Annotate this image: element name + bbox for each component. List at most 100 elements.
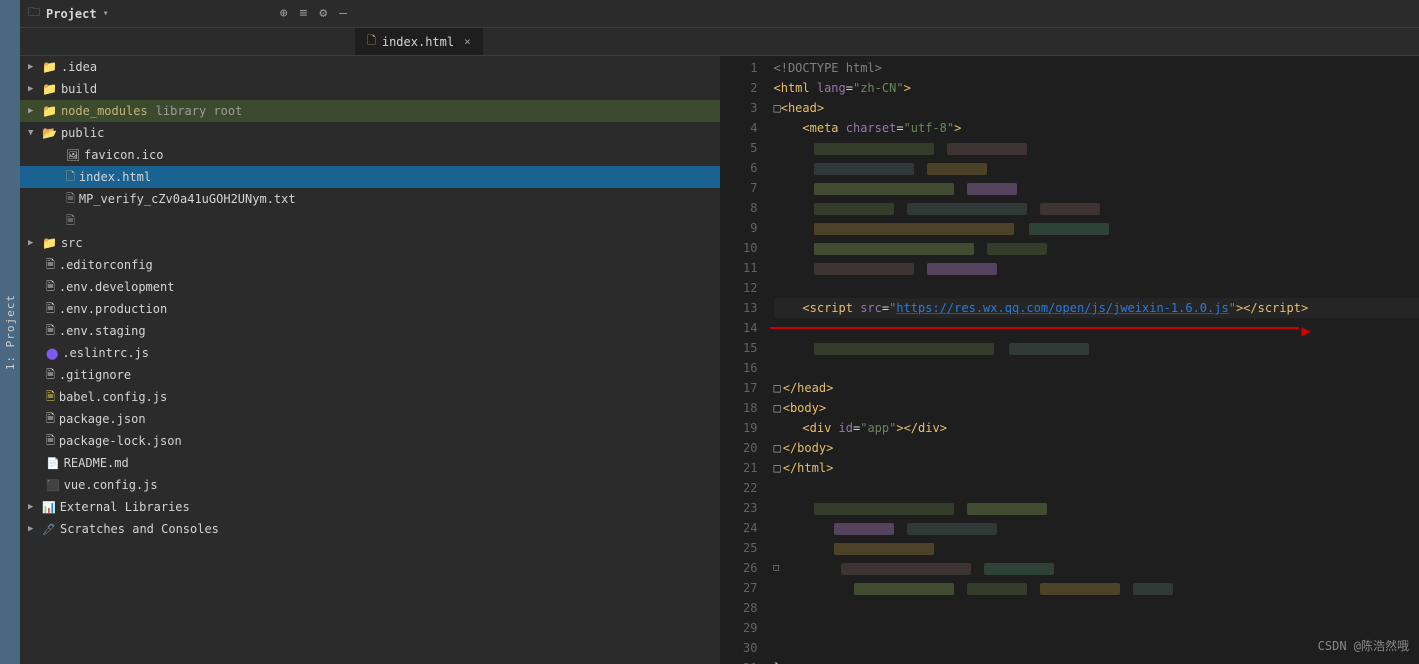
tab-index-html[interactable]: 🗋 index.html × <box>355 28 484 55</box>
code-line-27 <box>774 578 1419 598</box>
folder-icon: 📁 <box>42 236 57 250</box>
arrow-icon: ▶ <box>28 84 38 94</box>
code-editor[interactable]: 1234 5678 9101112 13141516 17181920 2122… <box>720 56 1419 664</box>
code-line-17: □ </head> <box>774 378 1419 398</box>
json-file-icon: 🗎 <box>46 410 55 429</box>
tree-item-unknown[interactable]: 🗎 <box>20 210 720 232</box>
txt-file-icon: 🗎 <box>66 190 75 209</box>
minimize-icon[interactable]: — <box>339 6 347 21</box>
dropdown-icon[interactable]: ▾ <box>103 8 109 19</box>
code-line-18: □ <body> <box>774 398 1419 418</box>
tree-item-src[interactable]: ▶ 📁 src <box>20 232 720 254</box>
settings-icon[interactable]: ⚙ <box>319 6 327 21</box>
code-line-1: <!DOCTYPE html> <box>774 58 1419 78</box>
arrow-icon: ▼ <box>28 128 38 138</box>
tree-item-env-staging[interactable]: 🗎 .env.staging <box>20 320 720 342</box>
tree-item-package-lock[interactable]: 🗎 package-lock.json <box>20 430 720 452</box>
main-area: ▶ 📁 .idea ▶ 📁 build ▶ 📁 node_modu <box>20 56 1419 664</box>
tree-item-gitignore[interactable]: 🗎 .gitignore <box>20 364 720 386</box>
tree-item-vue-config[interactable]: ⬛ vue.config.js <box>20 474 720 496</box>
code-line-22 <box>774 478 1419 498</box>
code-line-15 <box>774 338 1419 358</box>
file-tree[interactable]: ▶ 📁 .idea ▶ 📁 build ▶ 📁 node_modu <box>20 56 720 664</box>
tree-item-editorconfig[interactable]: 🗎 .editorconfig <box>20 254 720 276</box>
arrow-icon: ▶ <box>28 524 38 534</box>
arrow-icon: ▶ <box>28 502 38 512</box>
folder-icon: 📁 <box>42 82 57 96</box>
tree-item-node-modules[interactable]: ▶ 📁 node_modules library root <box>20 100 720 122</box>
code-line-3: □ <head> <box>774 98 1419 118</box>
code-area: 1234 5678 9101112 13141516 17181920 2122… <box>720 56 1419 664</box>
tree-item-babel[interactable]: 🗎 babel.config.js <box>20 386 720 408</box>
config-file-icon: 🗎 <box>46 256 55 275</box>
app-window: 1: Project 🗀 Project ▾ ⊕ ≡ ⚙ — <box>0 0 1419 664</box>
code-line-9 <box>774 218 1419 238</box>
layout-icon[interactable]: ≡ <box>300 6 308 21</box>
sidebar: ▶ 📁 .idea ▶ 📁 build ▶ 📁 node_modu <box>20 56 720 664</box>
line-numbers: 1234 5678 9101112 13141516 17181920 2122… <box>720 56 770 664</box>
code-content[interactable]: <!DOCTYPE html> <html lang = "zh-CN" > <box>770 56 1419 664</box>
code-line-11 <box>774 258 1419 278</box>
tree-item-readme[interactable]: 📄 README.md <box>20 452 720 474</box>
code-line-31: } <box>774 658 1419 664</box>
folder-icon: 🗀 <box>28 3 40 24</box>
folder-icon: 📁 <box>42 60 57 74</box>
code-line-13: <script src = "https://res.wx.qq.com/ope… <box>774 298 1419 318</box>
tree-item-index-html[interactable]: 🗋 index.html <box>20 166 720 188</box>
env-file-icon: 🗎 <box>46 278 55 297</box>
globe-icon[interactable]: ⊕ <box>280 6 288 21</box>
code-line-8 <box>774 198 1419 218</box>
code-line-10 <box>774 238 1419 258</box>
code-line-28 <box>774 598 1419 618</box>
sidebar-title-bar: 🗀 Project ▾ ⊕ ≡ ⚙ — <box>20 0 355 28</box>
code-line-26: □ <box>774 558 1419 578</box>
html-file-icon: 🗋 <box>66 168 75 187</box>
eslint-file-icon: ⬤ <box>46 347 58 360</box>
code-line-6 <box>774 158 1419 178</box>
tree-item-idea[interactable]: ▶ 📁 .idea <box>20 56 720 78</box>
env-staging-file-icon: 🗎 <box>46 322 55 341</box>
project-stripe: 1: Project <box>0 0 20 664</box>
folder-open-icon: 📂 <box>42 126 57 140</box>
tree-item-package-json[interactable]: 🗎 package.json <box>20 408 720 430</box>
arrow-icon: ▶ <box>28 62 38 72</box>
sidebar-project-title: Project <box>46 7 97 21</box>
arrow-icon: ▶ <box>28 106 38 116</box>
tree-item-favicon[interactable]: 🖼 favicon.ico <box>20 144 720 166</box>
code-line-21: □ </html> <box>774 458 1419 478</box>
folder-icon: 📁 <box>42 104 57 118</box>
tree-item-mp-verify[interactable]: 🗎 MP_verify_cZv0a41uGOH2UNym.txt <box>20 188 720 210</box>
code-line-29 <box>774 618 1419 638</box>
code-line-20: □ </body> <box>774 438 1419 458</box>
tree-item-scratches[interactable]: ▶ 🖊 Scratches and Consoles <box>20 518 720 540</box>
ico-icon: 🖼 <box>66 149 80 162</box>
env-prod-file-icon: 🗎 <box>46 300 55 319</box>
tree-item-env-dev[interactable]: 🗎 .env.development <box>20 276 720 298</box>
code-line-2: <html lang = "zh-CN" > <box>774 78 1419 98</box>
code-line-14: ▶ <box>774 318 1419 338</box>
watermark: CSDN @陈浩然哦 <box>1318 637 1409 654</box>
lib-icon: 📊 <box>42 501 56 514</box>
code-line-24 <box>774 518 1419 538</box>
tree-item-public[interactable]: ▼ 📂 public <box>20 122 720 144</box>
code-line-16 <box>774 358 1419 378</box>
md-file-icon: 📄 <box>46 457 60 470</box>
code-line-12 <box>774 278 1419 298</box>
js-file-icon: 🗎 <box>46 388 55 407</box>
tab-label: index.html <box>382 35 454 49</box>
code-line-19: <div id = "app" ></div> <box>774 418 1419 438</box>
tree-item-eslintrc[interactable]: ⬤ .eslintrc.js <box>20 342 720 364</box>
tab-close-button[interactable]: × <box>464 35 471 48</box>
tree-item-build[interactable]: ▶ 📁 build <box>20 78 720 100</box>
git-file-icon: 🗎 <box>46 366 55 385</box>
scratch-icon: 🖊 <box>42 523 56 536</box>
code-line-23 <box>774 498 1419 518</box>
vue-file-icon: ⬛ <box>46 479 60 492</box>
code-line-4: <meta charset = "utf-8" > <box>774 118 1419 138</box>
code-line-5 <box>774 138 1419 158</box>
tree-item-env-prod[interactable]: 🗎 .env.production <box>20 298 720 320</box>
project-stripe-label: 1: Project <box>4 294 17 370</box>
tree-item-external-libs[interactable]: ▶ 📊 External Libraries <box>20 496 720 518</box>
arrow-icon: ▶ <box>28 238 38 248</box>
unknown-file-icon: 🗎 <box>66 212 75 231</box>
